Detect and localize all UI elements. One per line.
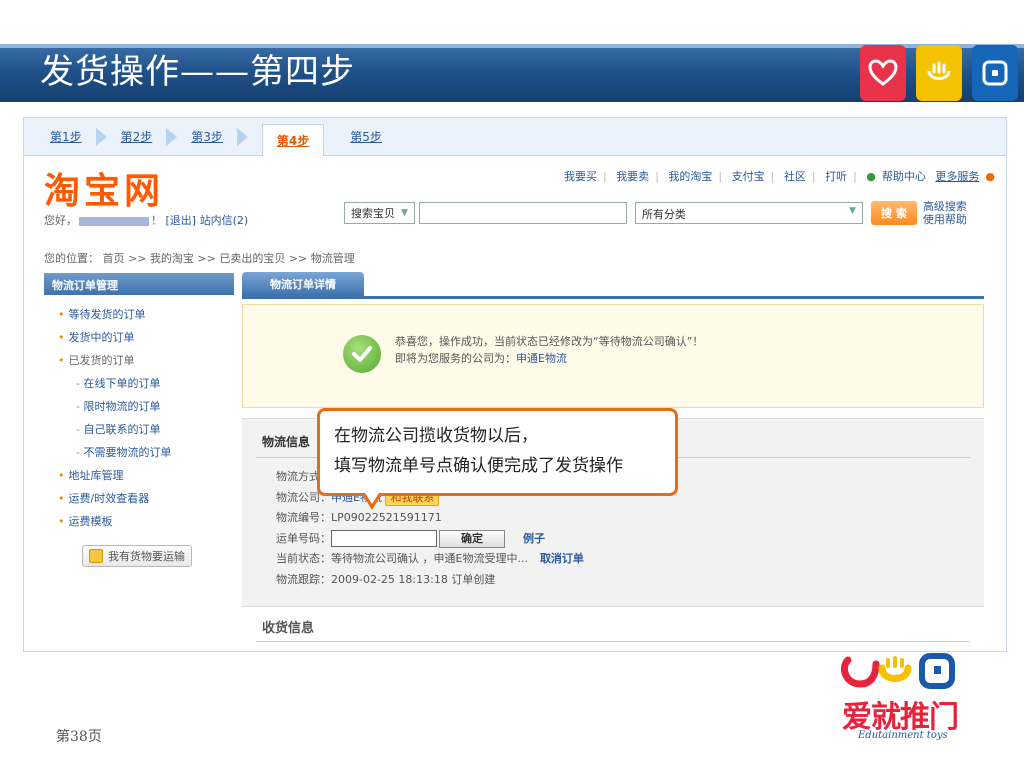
search-row: 搜索宝贝 ▼ 所有分类 ▼ 搜 索 高级搜索 使用帮助 [344,200,967,226]
menu-item-address-book[interactable]: 地址库管理 [58,464,234,487]
company-link[interactable]: 申通E物流 [516,352,567,365]
brand-tiles [860,45,1018,101]
brand-mark-icon [841,653,955,689]
menu-item-freight-template[interactable]: 运费模板 [58,510,234,533]
inbox-link[interactable]: 站内信(2) [200,214,249,227]
toplink-community[interactable]: 社区 [784,170,806,183]
tracking-number-input[interactable] [331,530,437,547]
success-message: 恭喜您，操作成功，当前状态已经修改为“等待物流公司确认”！ 即将为您服务的公司为… [242,304,984,408]
left-menu-header: 物流订单管理 [44,273,234,295]
slide: 发货操作——第四步 第1步 第2步 第3步 第4步 第5步 淘宝网 您好，！ [… [0,0,1024,768]
masked-username [79,216,149,226]
use-help-link[interactable]: 使用帮助 [923,213,967,226]
status-value: 等待物流公司确认 ，申通E物流受理中... [331,552,528,565]
cancel-order-link[interactable]: 取消订单 [540,552,584,565]
menu-item-freight-viewer[interactable]: 运费/时效查看器 [58,487,234,510]
menu-subitem-self-contact[interactable]: 自己联系的订单 [58,418,234,441]
toplink-mytaobao[interactable]: 我的淘宝 [668,170,712,183]
toplink-ask[interactable]: 打听 [825,170,847,183]
success-line: 恭喜您，操作成功，当前状态已经修改为“等待物流公司确认”！ [395,335,704,348]
tab-order-detail[interactable]: 物流订单详情 [242,272,364,296]
callout-bubble: 在物流公司揽收货物以后， 填写物流单号点确认便完成了发货操作 [317,408,678,510]
package-icon [89,549,103,563]
trace-value: 2009-02-25 18:13:18 订单创建 [331,572,496,586]
search-input[interactable] [418,202,627,224]
menu-item-awaiting-shipment[interactable]: 等待发货的订单 [58,303,234,326]
help-center-link[interactable]: 帮助中心 [882,170,926,183]
breadcrumb: 您的位置： 首页 >> 我的淘宝 >> 已卖出的宝贝 >> 物流管理 [44,252,355,265]
toplink-alipay[interactable]: 支付宝 [732,170,765,183]
menu-item-shipping[interactable]: 发货中的订单 [58,326,234,349]
receive-header: 收货信息 [262,621,315,636]
menu-subitem-timed[interactable]: 限时物流的订单 [58,395,234,418]
hand-tile-icon [916,45,962,101]
search-button[interactable]: 搜 索 [870,201,917,225]
heart-tile-icon [860,45,906,101]
brand-tagline: Edutainment toys [858,730,948,741]
taobao-logo[interactable]: 淘宝网 [44,162,164,214]
toplink-sell[interactable]: 我要卖 [616,170,649,183]
more-services-link[interactable]: 更多服务 [935,170,979,183]
callout-line-2: 填写物流单号点确认便完成了发货操作 [334,456,623,476]
page-number: 第38页 [56,729,102,745]
search-help-links: 高级搜索 使用帮助 [923,200,967,226]
logout-link[interactable]: [退出] [166,214,197,227]
detail-tabbar: 物流订单详情 [242,272,984,299]
step-bar: 第1步 第2步 第3步 第4步 第5步 [24,118,1006,156]
step-3-link[interactable]: 第3步 [191,127,248,146]
taobao-screenshot: 第1步 第2步 第3步 第4步 第5步 淘宝网 您好，！ [退出] 站内信(2)… [23,117,1007,652]
slide-title: 发货操作——第四步 [40,52,355,92]
step-5-link[interactable]: 第5步 [350,128,382,145]
advanced-search-link[interactable]: 高级搜索 [923,200,967,213]
checkmark-icon [343,335,381,373]
menu-item-shipped[interactable]: 已发货的订单 [58,349,234,372]
chevron-down-icon: ▼ [401,208,408,218]
menu-subitem-online[interactable]: 在线下单的订单 [58,372,234,395]
step-1-link[interactable]: 第1步 [50,127,107,146]
door-tile-icon [972,45,1018,101]
help-icon: ● [866,170,876,183]
category-select[interactable]: 所有分类 ▼ [634,202,863,224]
step-2-link[interactable]: 第2步 [121,127,178,146]
greeting: 您好，！ [退出] 站内信(2) [44,214,249,227]
ship-goods-button[interactable]: 我有货物要运输 [82,545,192,567]
receive-info: 收货信息 [242,606,984,651]
confirm-button[interactable]: 确定 [439,529,505,548]
menu-subitem-no-logistics[interactable]: 不需要物流的订单 [58,441,234,464]
chevron-down-icon: ▼ [849,206,856,216]
search-type-select[interactable]: 搜索宝贝 ▼ [344,202,415,224]
logistics-header: 物流信息 [262,435,311,449]
left-menu: 物流订单管理 等待发货的订单 发货中的订单 已发货的订单 在线下单的订单 限时物… [44,273,234,567]
chevron-down-icon: ● [985,170,995,183]
brand-logo: 爱就推门 Edutainment toys [838,650,978,745]
step-4-link[interactable]: 第4步 [261,123,325,156]
callout-line-1: 在物流公司揽收货物以后， [334,426,538,446]
example-link[interactable]: 例子 [523,532,545,545]
top-links: 我要买 | 我要卖 | 我的淘宝 | 支付宝 | 社区 | 打听 | ● 帮助中心 更多服务 ● [563,170,995,183]
logistics-id: LP09022521591171 [331,511,442,524]
toplink-buy[interactable]: 我要买 [564,170,597,183]
